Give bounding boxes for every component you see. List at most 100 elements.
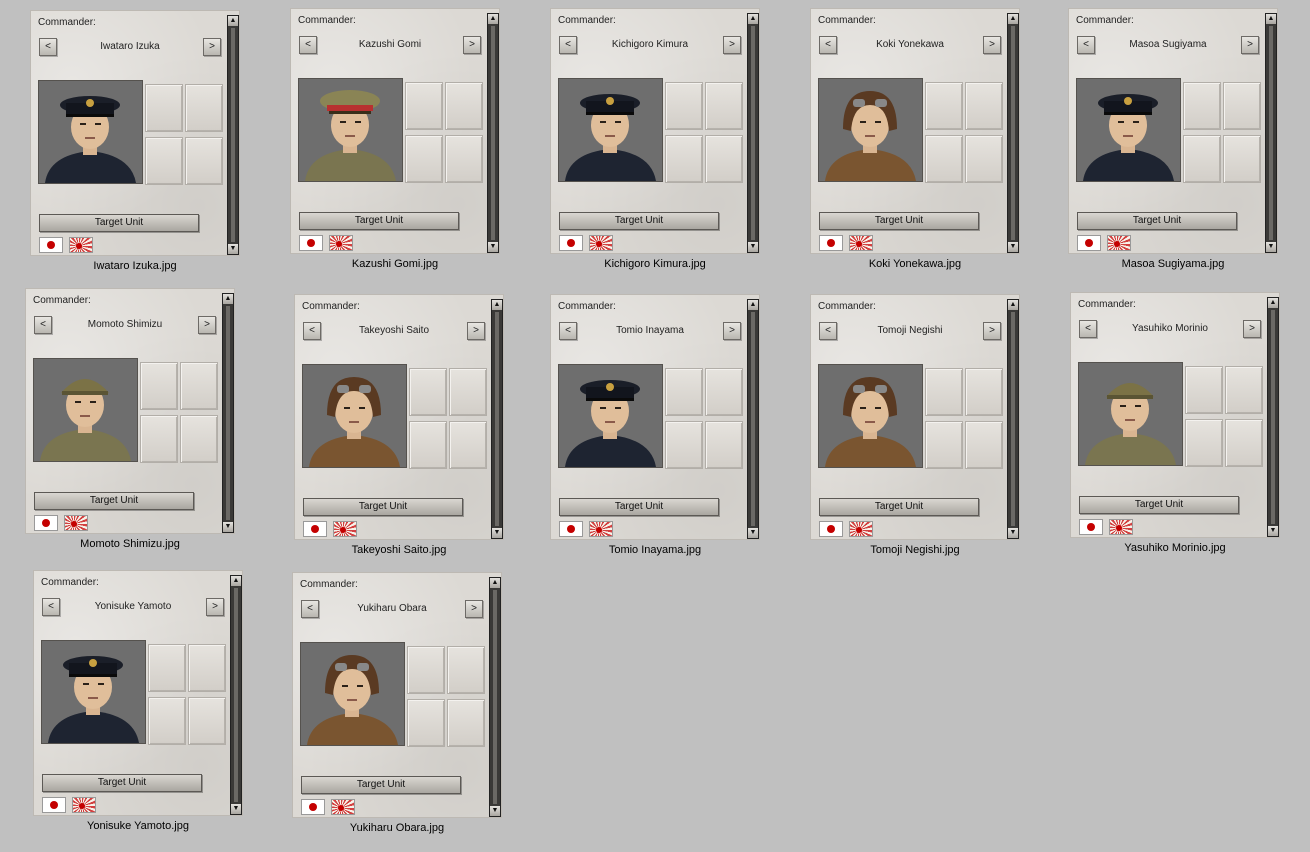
- target-unit-button[interactable]: Target Unit: [299, 212, 459, 230]
- scrollbar[interactable]: ▲ ▼: [487, 13, 499, 253]
- previous-commander-button[interactable]: <: [34, 316, 52, 334]
- scroll-track[interactable]: [1011, 26, 1015, 240]
- scroll-down-icon[interactable]: ▼: [223, 522, 233, 532]
- next-commander-button[interactable]: >: [723, 322, 741, 340]
- next-commander-button[interactable]: >: [465, 600, 483, 618]
- previous-commander-button[interactable]: <: [303, 322, 321, 340]
- equipment-slot[interactable]: [965, 421, 1003, 469]
- scroll-up-icon[interactable]: ▲: [748, 300, 758, 310]
- scroll-down-icon[interactable]: ▼: [488, 242, 498, 252]
- target-unit-button[interactable]: Target Unit: [303, 498, 463, 516]
- thumbnail-tile[interactable]: Commander: < Yukiharu Obara > Target Uni…: [292, 572, 552, 852]
- thumbnail-tile[interactable]: Commander: < Koki Yonekawa > Target Unit…: [810, 8, 1070, 288]
- equipment-slot[interactable]: [409, 421, 447, 469]
- equipment-slot[interactable]: [705, 421, 743, 469]
- scroll-up-icon[interactable]: ▲: [490, 578, 500, 588]
- scrollbar[interactable]: ▲ ▼: [491, 299, 503, 539]
- equipment-slot[interactable]: [405, 135, 443, 183]
- target-unit-button[interactable]: Target Unit: [819, 212, 979, 230]
- scroll-down-icon[interactable]: ▼: [748, 242, 758, 252]
- scroll-up-icon[interactable]: ▲: [1268, 298, 1278, 308]
- scroll-up-icon[interactable]: ▲: [1008, 14, 1018, 24]
- scroll-track[interactable]: [495, 312, 499, 526]
- thumbnail-tile[interactable]: Commander: < Iwataro Izuka > Target Unit…: [30, 10, 290, 290]
- previous-commander-button[interactable]: <: [39, 38, 57, 56]
- equipment-slot[interactable]: [185, 137, 223, 185]
- equipment-slot[interactable]: [705, 368, 743, 416]
- previous-commander-button[interactable]: <: [299, 36, 317, 54]
- previous-commander-button[interactable]: <: [42, 598, 60, 616]
- equipment-slot[interactable]: [140, 362, 178, 410]
- scrollbar[interactable]: ▲ ▼: [230, 575, 242, 815]
- equipment-slot[interactable]: [1185, 419, 1223, 467]
- next-commander-button[interactable]: >: [983, 322, 1001, 340]
- equipment-slot[interactable]: [445, 82, 483, 130]
- previous-commander-button[interactable]: <: [1079, 320, 1097, 338]
- scroll-up-icon[interactable]: ▲: [488, 14, 498, 24]
- equipment-slot[interactable]: [447, 646, 485, 694]
- scroll-up-icon[interactable]: ▲: [231, 576, 241, 586]
- next-commander-button[interactable]: >: [203, 38, 221, 56]
- equipment-slot[interactable]: [705, 135, 743, 183]
- equipment-slot[interactable]: [665, 421, 703, 469]
- equipment-slot[interactable]: [140, 415, 178, 463]
- scroll-up-icon[interactable]: ▲: [748, 14, 758, 24]
- equipment-slot[interactable]: [188, 697, 226, 745]
- equipment-slot[interactable]: [145, 137, 183, 185]
- scroll-down-icon[interactable]: ▼: [1268, 526, 1278, 536]
- equipment-slot[interactable]: [965, 82, 1003, 130]
- equipment-slot[interactable]: [145, 84, 183, 132]
- scrollbar[interactable]: ▲ ▼: [1007, 13, 1019, 253]
- next-commander-button[interactable]: >: [467, 322, 485, 340]
- equipment-slot[interactable]: [445, 135, 483, 183]
- scrollbar[interactable]: ▲ ▼: [747, 299, 759, 539]
- scroll-down-icon[interactable]: ▼: [231, 804, 241, 814]
- equipment-slot[interactable]: [965, 368, 1003, 416]
- previous-commander-button[interactable]: <: [559, 322, 577, 340]
- target-unit-button[interactable]: Target Unit: [34, 492, 194, 510]
- next-commander-button[interactable]: >: [198, 316, 216, 334]
- target-unit-button[interactable]: Target Unit: [1079, 496, 1239, 514]
- thumbnail-tile[interactable]: Commander: < Masoa Sugiyama > Target Uni…: [1068, 8, 1310, 288]
- next-commander-button[interactable]: >: [723, 36, 741, 54]
- thumbnail-tile[interactable]: Commander: < Momoto Shimizu > Target Uni…: [25, 288, 285, 568]
- next-commander-button[interactable]: >: [983, 36, 1001, 54]
- scroll-track[interactable]: [226, 306, 230, 520]
- equipment-slot[interactable]: [1223, 82, 1261, 130]
- equipment-slot[interactable]: [409, 368, 447, 416]
- scroll-track[interactable]: [1271, 310, 1275, 524]
- previous-commander-button[interactable]: <: [1077, 36, 1095, 54]
- equipment-slot[interactable]: [407, 699, 445, 747]
- scrollbar[interactable]: ▲ ▼: [1007, 299, 1019, 539]
- equipment-slot[interactable]: [1185, 366, 1223, 414]
- equipment-slot[interactable]: [1183, 135, 1221, 183]
- equipment-slot[interactable]: [925, 82, 963, 130]
- equipment-slot[interactable]: [447, 699, 485, 747]
- scroll-up-icon[interactable]: ▲: [1266, 14, 1276, 24]
- equipment-slot[interactable]: [449, 421, 487, 469]
- scrollbar[interactable]: ▲ ▼: [1265, 13, 1277, 253]
- scroll-down-icon[interactable]: ▼: [1008, 242, 1018, 252]
- target-unit-button[interactable]: Target Unit: [559, 212, 719, 230]
- scroll-up-icon[interactable]: ▲: [223, 294, 233, 304]
- target-unit-button[interactable]: Target Unit: [819, 498, 979, 516]
- thumbnail-tile[interactable]: Commander: < Takeyoshi Saito > Target Un…: [294, 294, 554, 574]
- equipment-slot[interactable]: [185, 84, 223, 132]
- next-commander-button[interactable]: >: [206, 598, 224, 616]
- scrollbar[interactable]: ▲ ▼: [747, 13, 759, 253]
- scrollbar[interactable]: ▲ ▼: [1267, 297, 1279, 537]
- scroll-track[interactable]: [751, 26, 755, 240]
- equipment-slot[interactable]: [148, 697, 186, 745]
- thumbnail-tile[interactable]: Commander: < Kazushi Gomi > Target Unit …: [290, 8, 550, 288]
- scroll-track[interactable]: [1011, 312, 1015, 526]
- scroll-down-icon[interactable]: ▼: [492, 528, 502, 538]
- thumbnail-tile[interactable]: Commander: < Yonisuke Yamoto > Target Un…: [33, 570, 293, 850]
- next-commander-button[interactable]: >: [463, 36, 481, 54]
- equipment-slot[interactable]: [665, 82, 703, 130]
- equipment-slot[interactable]: [407, 646, 445, 694]
- previous-commander-button[interactable]: <: [819, 36, 837, 54]
- equipment-slot[interactable]: [925, 135, 963, 183]
- scroll-up-icon[interactable]: ▲: [1008, 300, 1018, 310]
- scroll-track[interactable]: [1269, 26, 1273, 240]
- equipment-slot[interactable]: [148, 644, 186, 692]
